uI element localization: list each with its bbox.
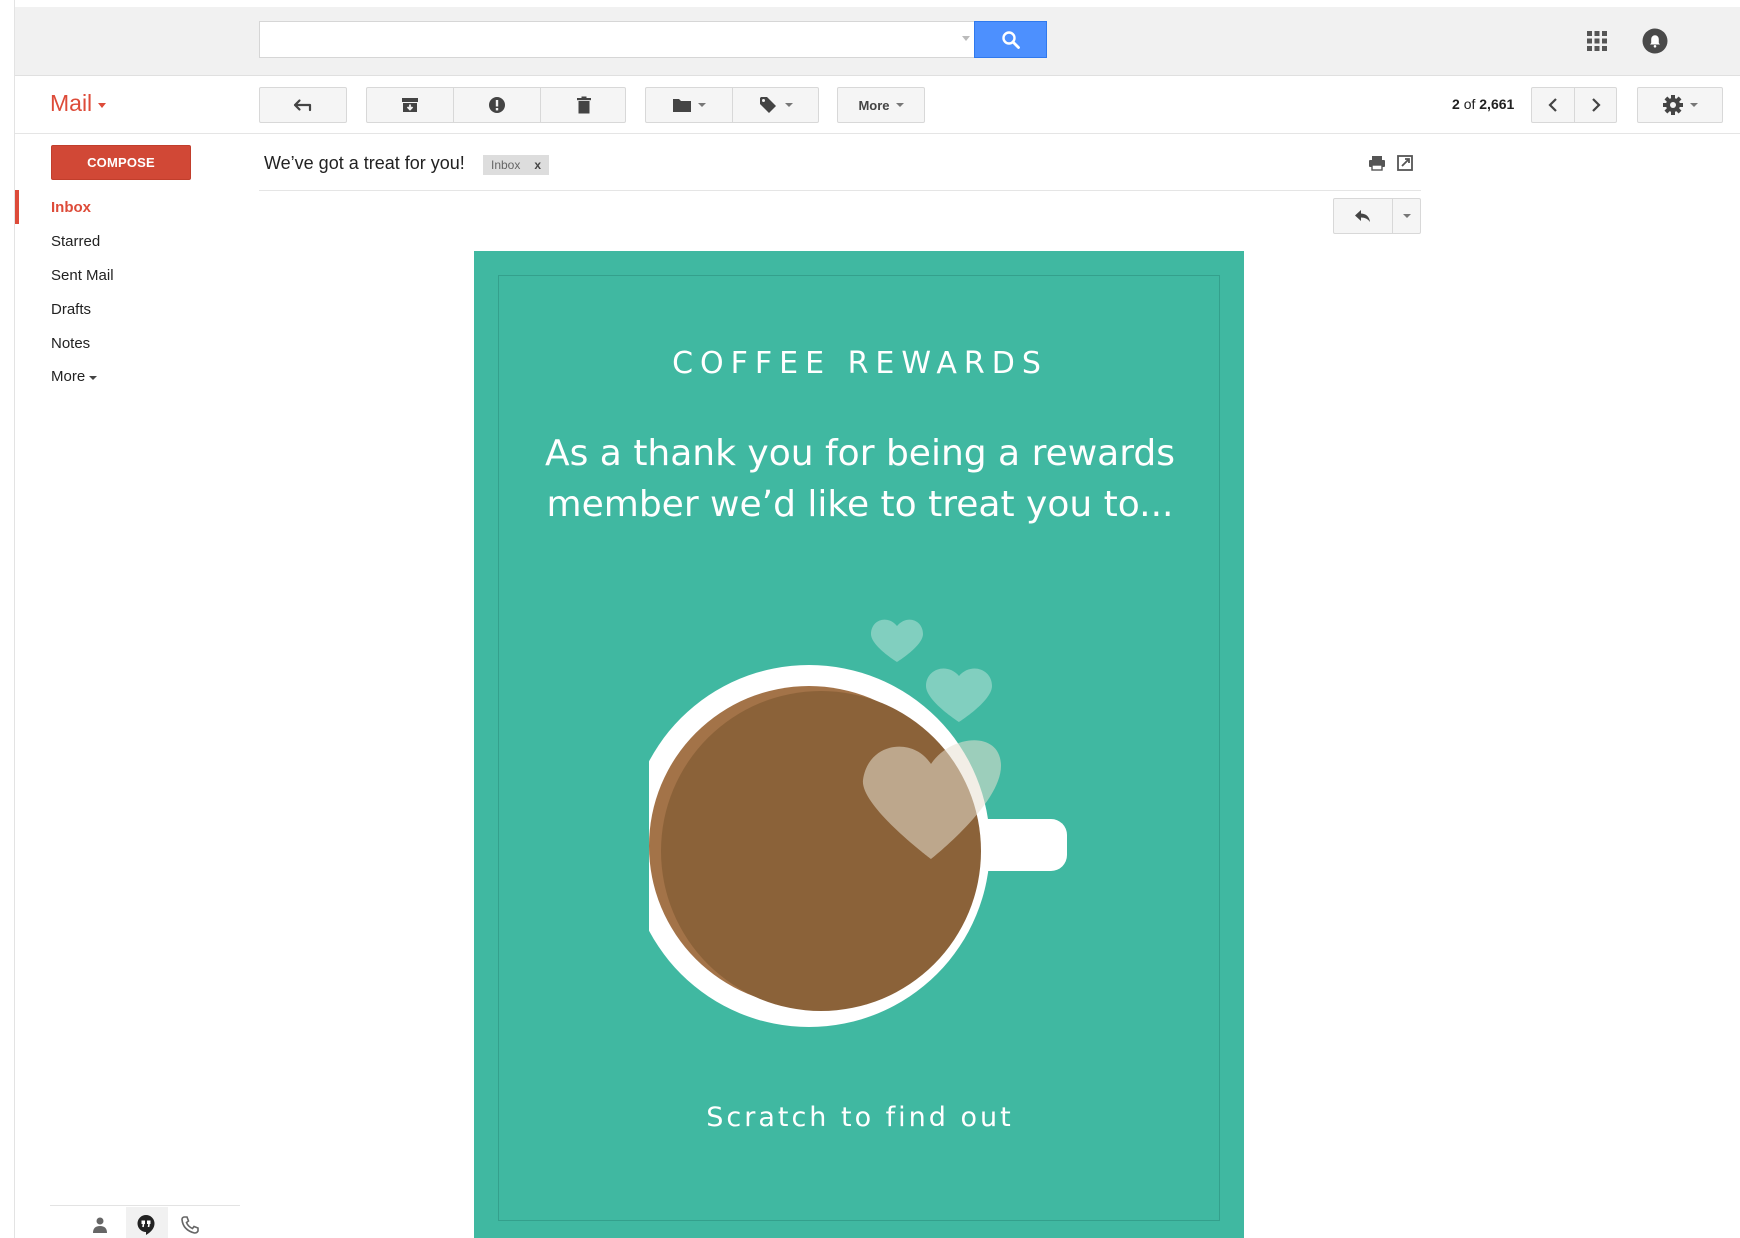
remove-label-button[interactable]: x <box>534 158 541 172</box>
scratch-cta[interactable]: Scratch to find out <box>499 1102 1221 1133</box>
coffee-cup-illustration[interactable] <box>649 606 1069 1036</box>
email-subject: We’ve got a treat for you! <box>264 153 465 173</box>
move-label-group <box>645 87 819 123</box>
heart-icon <box>926 668 992 722</box>
pagination-of: of <box>1463 96 1476 112</box>
pagination-current: 2 <box>1452 96 1460 112</box>
print-icon[interactable] <box>1367 153 1387 173</box>
email-body-card: COFFEE REWARDS As a thank you for being … <box>474 251 1244 1238</box>
pager-nav-group <box>1531 87 1617 123</box>
search-options-icon[interactable] <box>962 36 970 41</box>
subject-divider <box>259 190 1421 191</box>
search-box[interactable] <box>259 21 977 58</box>
sidebar-item-starred[interactable]: Starred <box>51 233 100 250</box>
action-button-group <box>366 87 626 123</box>
reply-icon <box>1355 210 1370 222</box>
search-button[interactable] <box>974 21 1047 58</box>
inbox-label-text: Inbox <box>491 158 521 172</box>
chevron-down-icon <box>89 375 98 380</box>
apps-grid-icon[interactable] <box>1585 29 1609 53</box>
search-input[interactable] <box>260 22 950 57</box>
inbox-label-chip: Inbox x <box>483 155 550 175</box>
hangouts-icon <box>137 1215 155 1235</box>
pagination-count: 2 of 2,661 <box>1452 96 1514 112</box>
archive-button[interactable] <box>367 88 453 122</box>
mail-app-switcher[interactable]: Mail <box>50 90 107 117</box>
more-actions-label: More <box>858 97 890 113</box>
chevron-down-icon <box>895 103 904 107</box>
phone-icon <box>181 1216 199 1234</box>
sidebar-item-notes[interactable]: Notes <box>51 335 90 352</box>
chevron-left-icon <box>1548 98 1557 112</box>
hangouts-tab[interactable] <box>134 1213 158 1237</box>
trash-icon <box>577 96 591 114</box>
back-arrow-icon <box>293 99 312 112</box>
top-bar <box>15 7 1740 76</box>
chevron-down-icon <box>98 102 107 108</box>
newer-button[interactable] <box>1532 88 1574 122</box>
search-icon <box>1001 30 1020 49</box>
person-icon <box>93 1217 107 1233</box>
chevron-down-icon <box>1690 103 1698 107</box>
active-folder-marker <box>15 190 19 224</box>
labels-button[interactable] <box>733 88 819 122</box>
divider <box>1392 199 1393 233</box>
label-tag-icon <box>760 97 776 113</box>
delete-button[interactable] <box>541 88 627 122</box>
sidebar-footer-divider <box>50 1205 240 1206</box>
gear-icon <box>1663 95 1683 115</box>
reply-button-group <box>1333 198 1421 234</box>
older-button[interactable] <box>1575 88 1617 122</box>
chevron-down-icon <box>785 103 793 107</box>
notifications-icon[interactable] <box>1641 27 1669 55</box>
email-card-frame: COFFEE REWARDS As a thank you for being … <box>498 275 1220 1221</box>
archive-icon <box>402 98 418 112</box>
sidebar-item-inbox[interactable]: Inbox <box>51 199 91 216</box>
card-title: COFFEE REWARDS <box>672 346 1048 381</box>
card-message: As a thank you for being a rewards membe… <box>544 433 1176 525</box>
report-spam-button[interactable] <box>454 88 540 122</box>
pagination-total: 2,661 <box>1479 96 1515 112</box>
chevron-right-icon <box>1592 98 1601 112</box>
reply-button[interactable] <box>1334 199 1392 233</box>
sidebar-more-label: More <box>51 368 86 385</box>
move-to-button[interactable] <box>646 88 732 122</box>
window-left-edge <box>0 0 15 1238</box>
chevron-down-icon <box>698 103 706 107</box>
toolbar-divider <box>15 133 1740 134</box>
compose-button[interactable]: COMPOSE <box>51 145 191 180</box>
heart-icon <box>871 619 923 662</box>
sidebar-item-more[interactable]: More <box>51 368 98 385</box>
back-to-inbox-button[interactable] <box>259 87 347 123</box>
sidebar-item-sent-mail[interactable]: Sent Mail <box>51 267 114 284</box>
contacts-tab[interactable] <box>88 1213 112 1237</box>
mail-brand-label: Mail <box>50 90 93 116</box>
folder-icon <box>673 99 691 112</box>
reply-more-dropdown[interactable] <box>1403 214 1411 218</box>
sidebar-item-drafts[interactable]: Drafts <box>51 301 91 318</box>
report-spam-icon <box>489 97 505 113</box>
more-actions-button[interactable]: More <box>837 87 925 123</box>
phone-tab[interactable] <box>178 1213 202 1237</box>
new-window-icon[interactable] <box>1395 153 1415 173</box>
settings-button[interactable] <box>1637 87 1723 123</box>
gmail-window: Mail More 2 of 2,661 COMPOSE Inbox Starr… <box>0 0 1740 1238</box>
